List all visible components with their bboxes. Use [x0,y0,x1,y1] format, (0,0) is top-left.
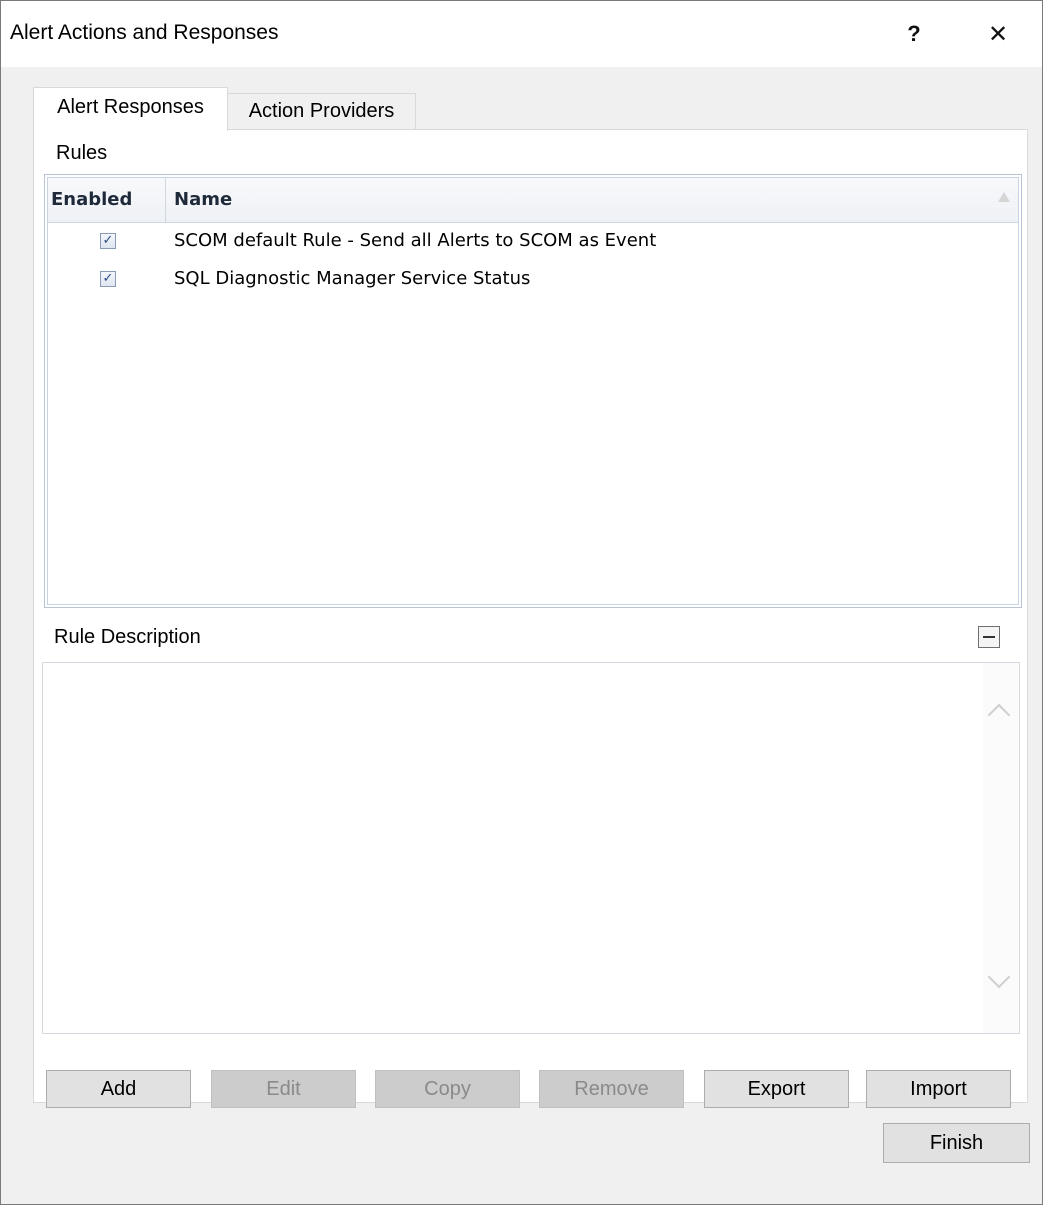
rule-row[interactable]: ✓ SCOM default Rule - Send all Alerts to… [48,224,1018,260]
import-button[interactable]: Import [866,1070,1011,1108]
scroll-up-icon[interactable] [987,703,1011,727]
rule-name: SCOM default Rule - Send all Alerts to S… [174,230,657,251]
rules-label: Rules [56,142,108,164]
column-header-name[interactable]: Name [174,178,232,222]
rule-description-label: Rule Description [54,626,201,648]
sort-ascending-icon [998,192,1010,202]
rule-enabled-checkbox[interactable]: ✓ [100,233,116,249]
collapse-description-button[interactable] [978,626,1000,648]
edit-button[interactable]: Edit [211,1070,356,1108]
tab-alert-responses[interactable]: Alert Responses [33,87,228,131]
export-button[interactable]: Export [704,1070,849,1108]
dialog-window: Alert Actions and Responses ? ✕ Alert Re… [0,0,1043,1205]
close-button[interactable]: ✕ [973,11,1023,57]
rule-description-box[interactable] [42,662,1020,1034]
rules-list[interactable]: Enabled Name ✓ SCOM default Rule - Send … [44,174,1022,608]
help-button[interactable]: ? [889,11,939,57]
copy-button[interactable]: Copy [375,1070,520,1108]
rule-row[interactable]: ✓ SQL Diagnostic Manager Service Status [48,262,1018,298]
remove-button[interactable]: Remove [539,1070,684,1108]
finish-button[interactable]: Finish [883,1123,1030,1163]
rule-enabled-checkbox[interactable]: ✓ [100,271,116,287]
dialog-title: Alert Actions and Responses [10,21,279,44]
rule-name: SQL Diagnostic Manager Service Status [174,268,531,289]
tab-action-providers[interactable]: Action Providers [228,93,416,129]
add-button[interactable]: Add [46,1070,191,1108]
rules-list-header: Enabled Name [48,178,1018,223]
description-scrollbar[interactable] [983,663,1019,1033]
scroll-down-icon[interactable] [987,965,1011,989]
column-header-enabled[interactable]: Enabled [48,178,166,222]
title-bar: Alert Actions and Responses ? ✕ [1,1,1042,67]
alert-responses-panel: Rules Enabled Name ✓ SCOM default Rule -… [33,129,1028,1108]
